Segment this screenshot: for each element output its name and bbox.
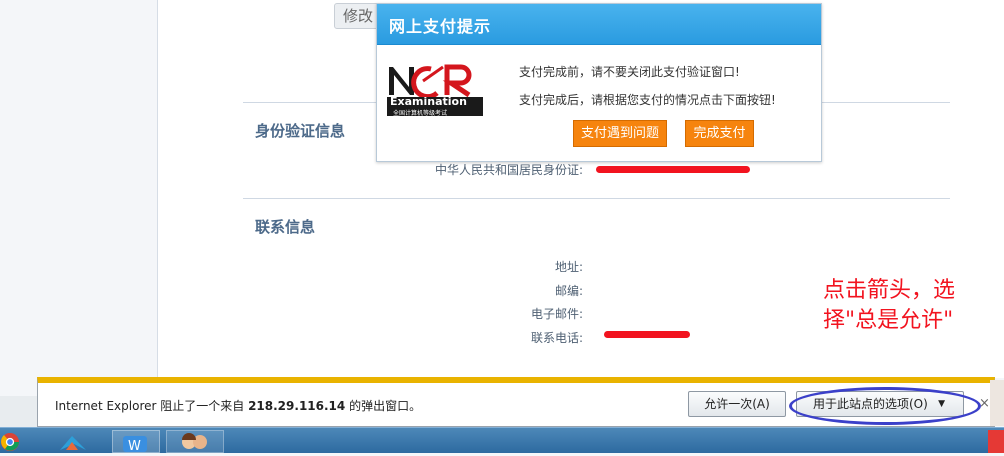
address-label: 地址: <box>554 260 583 274</box>
blocked-host: 218.29.116.14 <box>248 399 346 413</box>
wps-writer-taskbar-icon[interactable]: W <box>112 430 160 454</box>
phone-redaction <box>604 331 690 338</box>
taskbar: W <box>0 427 1004 454</box>
logo-wordmark: Examination <box>390 95 467 108</box>
ncre-logo: Examination 全国计算机等级考试 <box>387 57 483 117</box>
message-prefix: Internet Explorer 阻止了一个来自 <box>55 399 245 413</box>
postcode-label: 邮编: <box>554 284 583 298</box>
chrome-taskbar-icon[interactable] <box>0 430 26 453</box>
contacts-app-taskbar-icon[interactable] <box>166 430 224 453</box>
payment-done-button[interactable]: 完成支付 <box>685 120 754 147</box>
dialog-message-after: 支付完成后，请根据您支付的情况点击下面按钮! <box>519 93 776 107</box>
logo-subtext: 全国计算机等级考试 <box>393 110 448 117</box>
bird-app-taskbar-icon[interactable] <box>52 430 92 453</box>
id-number-redaction <box>596 166 750 173</box>
message-suffix: 的弹出窗口。 <box>349 399 422 413</box>
tray-app-icon[interactable] <box>988 430 1004 453</box>
dialog-message-before: 支付完成前，请不要关闭此支付验证窗口! <box>519 65 740 79</box>
contact-section-title: 联系信息 <box>255 218 316 236</box>
section-divider <box>243 198 950 199</box>
payment-problem-button[interactable]: 支付遇到问题 <box>573 120 667 147</box>
payment-dialog: 网上支付提示 Examination 全国计算机等级考试 支付完成前，请不要关闭… <box>376 3 822 162</box>
phone-label: 联系电话: <box>530 331 583 345</box>
identity-section-title: 身份验证信息 <box>255 122 346 140</box>
dialog-header: 网上支付提示 <box>377 4 821 45</box>
email-label: 电子邮件: <box>530 307 583 321</box>
svg-text:W: W <box>128 439 141 452</box>
id-card-label: 中华人民共和国居民身份证: <box>434 163 583 177</box>
popup-blocked-message: Internet Explorer 阻止了一个来自 218.29.116.14 … <box>55 397 421 414</box>
allow-once-button[interactable]: 允许一次(A) <box>688 391 786 417</box>
side-panel-edge <box>990 380 1004 426</box>
left-window-edge <box>0 396 37 428</box>
dialog-title: 网上支付提示 <box>389 17 492 36</box>
instruction-annotation: 点击箭头，选择"总是允许" <box>823 278 956 333</box>
highlight-ellipse <box>789 387 981 425</box>
